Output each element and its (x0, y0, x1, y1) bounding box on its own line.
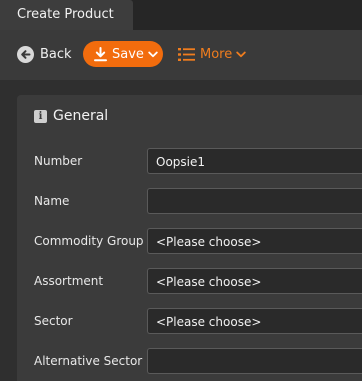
back-label: Back (40, 46, 72, 62)
section-title: General (53, 108, 109, 124)
field-label-number: Number (34, 154, 83, 168)
back-button[interactable]: Back (17, 43, 72, 65)
arrow-left-icon (17, 45, 34, 63)
assortment-select[interactable]: <Please choose> (147, 268, 362, 294)
tab-title: Create Product (17, 7, 114, 22)
commodity-group-select[interactable]: <Please choose> (147, 228, 362, 254)
field-label-commodity-group: Commodity Group (34, 234, 144, 248)
info-icon: i (34, 109, 47, 123)
field-label-name: Name (34, 194, 70, 208)
tab-create-product[interactable]: Create Product (0, 0, 133, 30)
section-header: i General (34, 107, 108, 125)
more-label: More (200, 46, 233, 62)
download-icon (94, 46, 107, 62)
toolbar: Back Save More (0, 30, 362, 80)
tab-bar: Create Product (0, 0, 362, 30)
sector-select[interactable]: <Please choose> (147, 308, 362, 334)
field-label-assortment: Assortment (34, 274, 104, 288)
chevron-down-icon (148, 51, 158, 58)
field-label-alternative-sector: Alternative Sector (34, 354, 143, 368)
more-menu-button[interactable]: More (178, 43, 246, 65)
save-label: Save (112, 46, 144, 62)
field-label-sector: Sector (34, 314, 73, 328)
save-button[interactable]: Save (83, 41, 163, 67)
alternative-sector-select[interactable] (147, 348, 362, 374)
list-icon (178, 47, 195, 62)
number-input[interactable]: Oopsie1 (147, 148, 362, 174)
chevron-down-icon (236, 51, 246, 58)
name-input[interactable] (147, 188, 362, 214)
